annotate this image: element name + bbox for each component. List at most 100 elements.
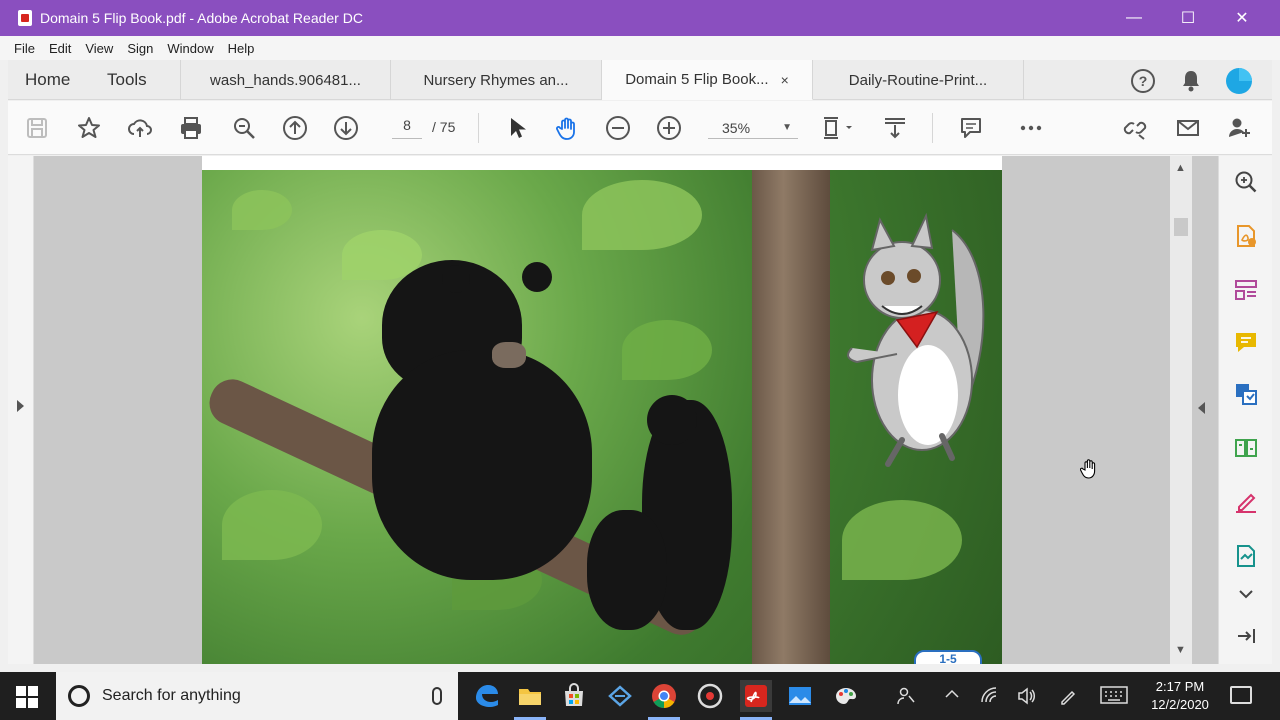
tab-daily-routine[interactable]: Daily-Routine-Print... (813, 60, 1024, 100)
send-for-signature-icon[interactable] (1232, 542, 1260, 570)
paint-app-icon[interactable] (830, 680, 862, 712)
compare-files-icon[interactable] (1232, 434, 1260, 462)
minimize-button[interactable]: — (1106, 0, 1162, 36)
menu-help[interactable]: Help (228, 41, 255, 56)
photos-app-icon[interactable] (784, 680, 816, 712)
menu-sign[interactable]: Sign (127, 41, 153, 56)
tab-label: Domain 5 Flip Book... (625, 71, 769, 88)
upload-cloud-icon[interactable] (125, 113, 155, 143)
microphone-icon[interactable] (432, 687, 442, 705)
menu-edit[interactable]: Edit (49, 41, 71, 56)
windows-start-icon[interactable] (16, 686, 38, 708)
adult-bear-body (372, 350, 592, 580)
comment-icon[interactable] (956, 113, 986, 143)
add-person-icon[interactable] (1224, 113, 1254, 143)
taskbar-search-box[interactable]: Search for anything (56, 672, 458, 720)
touch-keyboard-icon[interactable] (1100, 686, 1128, 707)
print-icon[interactable] (176, 113, 206, 143)
page-number-input[interactable]: 8 (392, 117, 422, 139)
create-pdf-icon[interactable] (1232, 380, 1260, 408)
zoom-level-select[interactable]: 35% ▼ (708, 117, 798, 139)
scrollbar-thumb[interactable] (1174, 218, 1188, 236)
page-down-icon[interactable] (331, 113, 361, 143)
export-pdf-icon[interactable] (1232, 222, 1260, 250)
chevron-down-icon: ▼ (782, 122, 792, 133)
clock-time: 2:17 PM (1155, 679, 1205, 694)
zoom-tool-icon[interactable] (1232, 168, 1260, 196)
foliage (842, 500, 962, 580)
page-up-icon[interactable] (280, 113, 310, 143)
organize-pages-icon[interactable] (1232, 276, 1260, 304)
fill-sign-icon[interactable] (1232, 488, 1260, 516)
visual-studio-icon[interactable] (604, 680, 636, 712)
tab-bar: Home Tools wash_hands.906481... Nursery … (8, 60, 1272, 100)
chrome-browser-icon[interactable] (648, 680, 680, 720)
scroll-mode-icon[interactable] (880, 113, 910, 143)
cartoon-squirrel (847, 212, 985, 467)
share-link-icon[interactable] (1120, 113, 1150, 143)
cortana-circle-icon (68, 685, 90, 707)
menu-window[interactable]: Window (167, 41, 213, 56)
account-avatar-icon[interactable] (1226, 68, 1252, 94)
menu-file[interactable]: File (14, 41, 35, 56)
zoom-in-icon[interactable] (654, 113, 684, 143)
acrobat-window: Domain 5 Flip Book.pdf - Adobe Acrobat R… (0, 0, 1280, 672)
media-app-icon[interactable] (694, 680, 726, 712)
page-display-icon[interactable] (818, 113, 858, 143)
pen-ink-icon[interactable] (1058, 686, 1078, 709)
tray-chevron-up-icon[interactable] (944, 686, 960, 705)
tab-domain5-flipbook[interactable]: Domain 5 Flip Book... × (602, 60, 813, 100)
notification-bell-icon[interactable] (1178, 68, 1204, 94)
tab-label: Nursery Rhymes an... (423, 71, 569, 89)
zoom-value: 35% (722, 119, 751, 136)
bookmark-star-icon[interactable] (74, 113, 104, 143)
tab-close-icon[interactable]: × (781, 72, 789, 88)
page-number-badge: 1-5 (914, 650, 982, 664)
edge-browser-icon[interactable] (470, 680, 502, 712)
email-envelope-icon[interactable] (1173, 113, 1203, 143)
collapse-right-pane-icon[interactable] (1198, 402, 1205, 414)
nav-tools[interactable]: Tools (107, 60, 147, 100)
clock-date: 12/2/2020 (1151, 697, 1209, 712)
menu-bar: File Edit View Sign Window Help (0, 36, 1280, 60)
more-options-icon[interactable] (1016, 113, 1046, 143)
cub-small (587, 510, 667, 630)
tab-nursery-rhymes[interactable]: Nursery Rhymes an... (391, 60, 602, 100)
bear-ear (442, 265, 470, 293)
collapse-pane-icon[interactable] (1232, 622, 1260, 650)
select-arrow-icon[interactable] (501, 113, 531, 143)
tab-label: Daily-Routine-Print... (848, 71, 988, 89)
save-icon[interactable] (22, 113, 52, 143)
hand-pan-icon[interactable] (552, 113, 582, 143)
system-clock[interactable]: 2:17 PM 12/2/2020 (1140, 678, 1220, 714)
vertical-scrollbar[interactable]: ▲ ▼ (1170, 156, 1192, 664)
close-window-button[interactable]: ✕ (1214, 0, 1270, 36)
menu-view[interactable]: View (85, 41, 113, 56)
people-icon[interactable] (896, 686, 916, 709)
expand-left-pane-icon[interactable] (17, 400, 24, 412)
comment-tool-icon[interactable] (1232, 328, 1260, 356)
help-icon[interactable]: ? (1130, 68, 1156, 94)
maximize-button[interactable]: ☐ (1160, 0, 1216, 36)
acrobat-reader-taskbar-icon[interactable] (740, 680, 772, 720)
chevron-down-icon[interactable] (1232, 580, 1260, 608)
tab-wash-hands[interactable]: wash_hands.906481... (180, 60, 391, 100)
action-center-icon[interactable] (1230, 686, 1252, 704)
file-explorer-icon[interactable] (514, 680, 546, 720)
zoom-out-icon[interactable] (603, 113, 633, 143)
scroll-up-icon[interactable]: ▲ (1175, 162, 1186, 174)
acrobat-app-icon (18, 10, 32, 26)
left-navigation-pane[interactable] (8, 156, 34, 664)
microsoft-store-icon[interactable] (558, 680, 590, 712)
volume-icon[interactable] (1016, 686, 1036, 709)
bear-muzzle (492, 342, 526, 368)
nav-home[interactable]: Home (25, 60, 70, 100)
scroll-down-icon[interactable]: ▼ (1175, 644, 1186, 656)
main-toolbar: 8 / 75 35% ▼ (8, 101, 1272, 155)
find-search-icon[interactable] (229, 113, 259, 143)
tree-trunk (752, 170, 830, 664)
tab-label: wash_hands.906481... (210, 71, 361, 89)
foliage (232, 190, 292, 230)
wifi-icon[interactable] (980, 686, 1000, 709)
windows-taskbar: Search for anything 2:17 PM 12/2/2020 (0, 672, 1280, 720)
